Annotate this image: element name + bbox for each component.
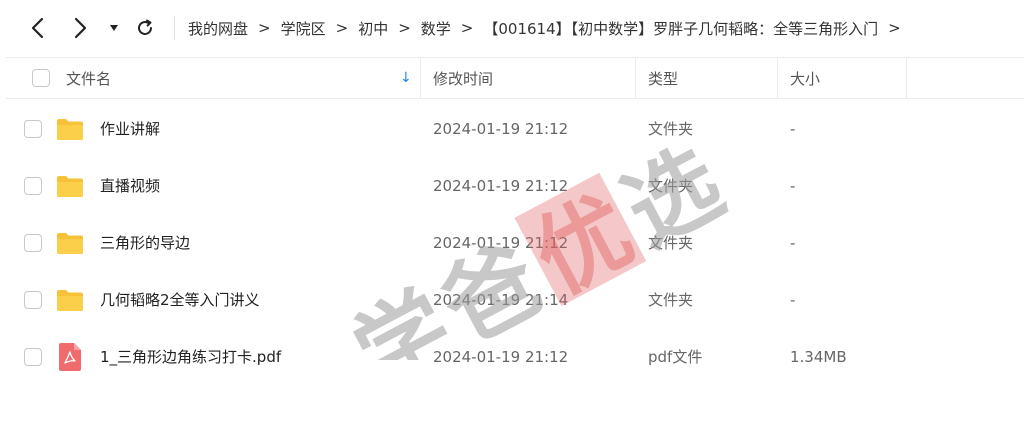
- toolbar-divider: [174, 16, 175, 40]
- breadcrumb-separator: >: [258, 19, 271, 37]
- file-modified: 2024-01-19 21:12: [433, 233, 569, 252]
- forward-button[interactable]: [66, 12, 96, 44]
- breadcrumb-item[interactable]: 我的网盘: [188, 18, 248, 39]
- table-row[interactable]: 1_三角形边角练习打卡.pdf 2024-01-19 21:12 pdf文件 1…: [6, 328, 1024, 385]
- file-type: 文件夹: [648, 120, 694, 138]
- file-name[interactable]: 直播视频: [100, 157, 160, 214]
- folder-icon: [57, 232, 83, 254]
- column-divider[interactable]: [906, 58, 907, 98]
- file-size: 1.34MB: [790, 347, 847, 366]
- table-row[interactable]: 作业讲解 2024-01-19 21:12 文件夹 -: [6, 100, 1024, 157]
- row-checkbox[interactable]: [24, 290, 42, 309]
- row-checkbox[interactable]: [24, 233, 42, 252]
- table-row[interactable]: 直播视频 2024-01-19 21:12 文件夹 -: [6, 157, 1024, 214]
- file-type: 文件夹: [648, 291, 694, 309]
- chevron-right-icon: [74, 17, 87, 39]
- breadcrumb-separator: >: [460, 19, 474, 37]
- select-all-checkbox[interactable]: [32, 69, 50, 87]
- column-divider[interactable]: [635, 58, 636, 98]
- table-row[interactable]: 几何韬略2全等入门讲义 2024-01-19 21:14 文件夹 -: [6, 271, 1024, 328]
- pdf-icon: [59, 342, 81, 371]
- breadcrumb-separator: >: [398, 19, 411, 37]
- file-name[interactable]: 几何韬略2全等入门讲义: [100, 271, 260, 328]
- column-header-type[interactable]: 类型: [648, 58, 678, 98]
- breadcrumb-current[interactable]: 【001614】【初中数学】罗胖子几何韬略：全等三角形入门: [483, 18, 878, 39]
- file-modified: 2024-01-19 21:14: [433, 290, 569, 309]
- column-divider[interactable]: [420, 58, 421, 98]
- file-modified: 2024-01-19 21:12: [433, 176, 569, 195]
- folder-icon: [57, 175, 83, 197]
- file-type: pdf文件: [648, 348, 703, 366]
- breadcrumb-item[interactable]: 数学: [421, 18, 451, 39]
- breadcrumb-item[interactable]: 初中: [358, 18, 388, 39]
- file-type: 文件夹: [648, 234, 694, 252]
- toolbar: 我的网盘 > 学院区 > 初中 > 数学 > 【001614】【初中数学】罗胖子…: [0, 0, 1024, 56]
- file-name[interactable]: 三角形的导边: [100, 214, 190, 271]
- column-divider[interactable]: [777, 58, 778, 98]
- file-name[interactable]: 作业讲解: [100, 100, 160, 157]
- row-checkbox[interactable]: [24, 176, 42, 195]
- file-size: -: [790, 290, 796, 309]
- chevron-left-icon: [31, 17, 44, 39]
- history-dropdown-button[interactable]: [104, 12, 124, 44]
- file-size: -: [790, 176, 796, 195]
- column-header-size[interactable]: 大小: [790, 58, 820, 98]
- column-header-name[interactable]: 文件名: [66, 58, 111, 98]
- breadcrumb: 我的网盘 > 学院区 > 初中 > 数学 > 【001614】【初中数学】罗胖子…: [188, 0, 911, 56]
- file-size: -: [790, 119, 796, 138]
- breadcrumb-item[interactable]: 学院区: [281, 18, 326, 39]
- row-checkbox[interactable]: [24, 347, 42, 366]
- file-size: -: [790, 233, 796, 252]
- file-manager-window: 我的网盘 > 学院区 > 初中 > 数学 > 【001614】【初中数学】罗胖子…: [0, 0, 1024, 442]
- breadcrumb-separator: >: [335, 19, 349, 37]
- sort-arrow-icon[interactable]: ↓: [400, 58, 412, 98]
- file-modified: 2024-01-19 21:12: [433, 347, 569, 366]
- back-button[interactable]: [22, 12, 52, 44]
- select-all-cell: [32, 58, 50, 98]
- folder-icon: [57, 289, 83, 311]
- folder-icon: [57, 118, 83, 140]
- file-list-header: 文件名 ↓ 修改时间 类型 大小: [6, 57, 1024, 99]
- file-modified: 2024-01-19 21:12: [433, 119, 569, 138]
- caret-down-icon: [110, 25, 118, 31]
- table-row[interactable]: 三角形的导边 2024-01-19 21:12 文件夹 -: [6, 214, 1024, 271]
- row-checkbox[interactable]: [24, 119, 42, 138]
- column-header-modified[interactable]: 修改时间: [433, 58, 493, 98]
- refresh-button[interactable]: [130, 12, 160, 44]
- file-name[interactable]: 1_三角形边角练习打卡.pdf: [100, 328, 281, 385]
- file-type: 文件夹: [648, 177, 694, 195]
- refresh-icon: [138, 19, 152, 35]
- breadcrumb-separator: >: [888, 19, 901, 37]
